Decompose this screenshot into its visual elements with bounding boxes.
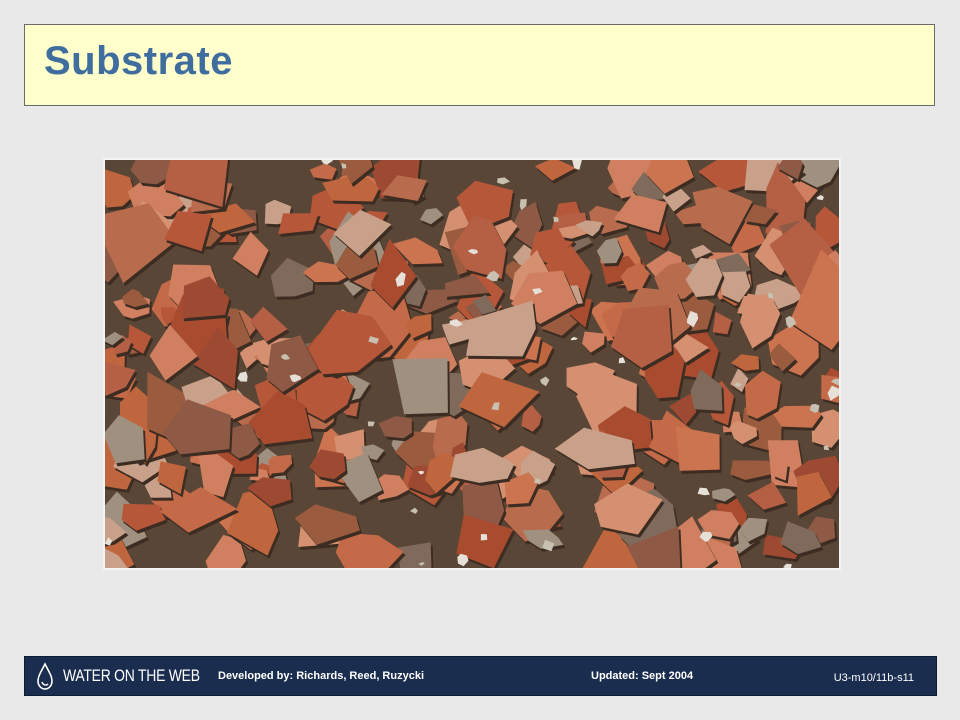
pale-chip bbox=[497, 177, 511, 185]
rubble-image bbox=[105, 160, 839, 568]
pale-chip bbox=[618, 357, 626, 364]
brick-fragment bbox=[730, 354, 759, 371]
footer-bar: WATER ON THE WEB Developed by: Richards,… bbox=[24, 656, 937, 696]
pale-chip bbox=[783, 563, 792, 568]
brick-fragment bbox=[309, 163, 337, 180]
brick-fragment bbox=[392, 358, 448, 415]
brick-fragment bbox=[534, 160, 576, 181]
pale-chip bbox=[570, 336, 578, 341]
slide-code: U3-m10/11b-s11 bbox=[833, 672, 914, 684]
logo-text: WATER ON THE WEB bbox=[63, 666, 200, 685]
updated-text: Updated: Sept 2004 bbox=[591, 670, 694, 682]
title-box: Substrate bbox=[24, 24, 935, 106]
water-on-the-web-logo[interactable]: WATER ON THE WEB bbox=[35, 661, 230, 691]
brick-fragment bbox=[378, 416, 412, 439]
pale-chip bbox=[321, 160, 334, 165]
pale-chip bbox=[410, 507, 418, 514]
developed-by-text: Developed by: Richards, Reed, Ruzycki bbox=[218, 670, 425, 682]
pale-chip bbox=[237, 371, 248, 382]
pale-chip bbox=[540, 376, 550, 387]
pale-chip bbox=[697, 487, 710, 496]
brick-fragment bbox=[675, 426, 720, 471]
pale-chip bbox=[480, 534, 488, 541]
slide-title: Substrate bbox=[44, 39, 233, 83]
pale-chip bbox=[457, 553, 469, 567]
pale-chip bbox=[367, 421, 375, 427]
brick-fragment bbox=[270, 257, 314, 297]
water-drop-icon bbox=[37, 662, 53, 690]
substrate-photo bbox=[103, 158, 841, 570]
